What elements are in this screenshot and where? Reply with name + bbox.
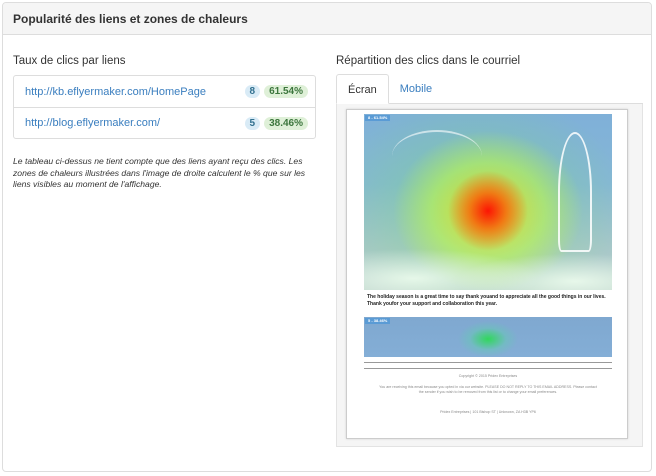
email-copyright: Copyright © 2015 Pridex Entreprises: [458, 374, 518, 378]
heatmap-panel: Popularité des liens et zones de chaleur…: [2, 2, 652, 472]
link-list: http://kb.eflyermaker.com/HomePage 8 61.…: [13, 75, 316, 139]
heatmap-viewer: 8 - 61.54% The holiday season is a great…: [336, 104, 643, 447]
link-stats-title: Taux de clics par liens: [13, 55, 126, 67]
email-body-text: The holiday season is a great time to sa…: [367, 294, 606, 307]
heatmap-link-flag: 8 - 61.54%: [365, 115, 391, 121]
merry-christmas-lettering: [392, 130, 482, 182]
link-url[interactable]: http://blog.eflyermaker.com/: [25, 117, 245, 129]
heatmap-section: Répartition des clics dans le courriel É…: [336, 55, 643, 447]
divider: [364, 362, 612, 363]
heatmap-link-flag: 5 - 38.46%: [365, 318, 391, 324]
email-footer-text: You are receiving this email because you…: [379, 385, 597, 394]
link-url[interactable]: http://kb.eflyermaker.com/HomePage: [25, 86, 245, 98]
tab-mobile[interactable]: Mobile: [389, 74, 443, 103]
click-percent-badge: 38.46%: [264, 116, 308, 130]
list-item: http://blog.eflyermaker.com/ 5 38.46%: [14, 107, 315, 138]
explanation-note: Le tableau ci-dessus ne tient compte que…: [13, 156, 306, 189]
flower-decoration: [364, 232, 612, 290]
click-count-badge: 8: [244, 85, 261, 98]
link-stats-section: Taux de clics par liens http://kb.eflyer…: [13, 55, 316, 191]
divider: [364, 368, 612, 369]
email-banner-heatmap: 5 - 38.46%: [364, 317, 612, 357]
panel-title: Popularité des liens et zones de chaleur…: [3, 3, 651, 35]
view-tabs: Écran Mobile: [336, 74, 643, 104]
click-percent-badge: 61.54%: [264, 85, 308, 98]
email-preview: 8 - 61.54% The holiday season is a great…: [346, 109, 628, 439]
click-count-badge: 5: [244, 116, 261, 130]
tab-screen[interactable]: Écran: [336, 74, 389, 104]
list-item: http://kb.eflyermaker.com/HomePage 8 61.…: [14, 76, 315, 107]
email-address: Pridex Entreprises | 101 Bishop ST | Unk…: [440, 410, 536, 414]
email-hero-heatmap: 8 - 61.54%: [364, 114, 612, 290]
heatmap-title: Répartition des clics dans le courriel: [336, 55, 521, 67]
